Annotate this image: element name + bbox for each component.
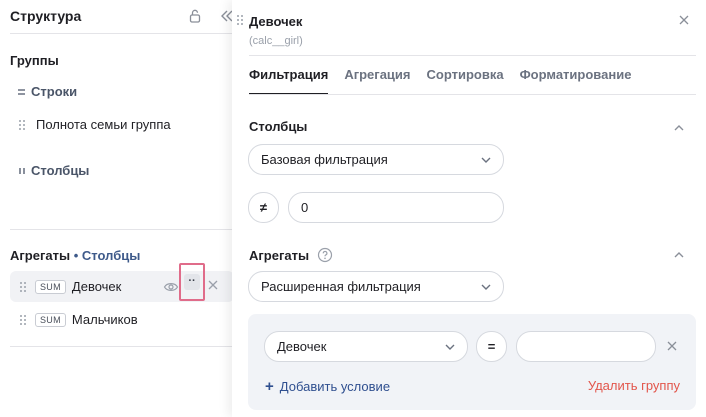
divider — [249, 55, 696, 56]
divider — [10, 346, 234, 347]
aggregates-filter-type-select[interactable]: Расширенная фильтрация — [248, 271, 504, 302]
columns-filter-type-select[interactable]: Базовая фильтрация — [248, 144, 504, 175]
more-options-button[interactable]: ·· — [179, 263, 205, 301]
select-value: Расширенная фильтрация — [261, 279, 421, 294]
row-item-label: Полнота семьи группа — [36, 117, 171, 132]
chevron-down-icon — [481, 157, 491, 163]
columns-block-label: Столбцы — [249, 119, 308, 134]
chevron-down-icon — [445, 344, 455, 350]
select-value: Девочек — [277, 339, 327, 354]
tab-bar: Фильтрация Агрегация Сортировка Форматир… — [249, 67, 631, 95]
unlock-icon[interactable] — [187, 8, 203, 24]
columns-label: Столбцы — [31, 163, 90, 178]
more-dots-icon[interactable]: ·· — [184, 274, 200, 290]
help-icon[interactable] — [317, 247, 333, 263]
aggregates-label: Агрегаты — [10, 248, 71, 263]
structure-title: Структура — [10, 8, 82, 24]
columns-block-title: Столбцы — [249, 119, 307, 134]
condition-field-select[interactable]: Девочек — [264, 331, 468, 362]
aggregate-name: Девочек — [71, 279, 122, 294]
remove-icon[interactable] — [206, 278, 220, 292]
close-icon[interactable] — [678, 14, 690, 26]
equals-icon — [18, 88, 25, 95]
drag-handle-icon[interactable] — [19, 314, 27, 326]
drag-handle-icon[interactable] — [19, 281, 27, 293]
chevron-up-icon[interactable] — [672, 248, 686, 262]
row-item[interactable]: Полнота семьи группа — [18, 117, 171, 132]
filter-value-input[interactable]: 0 — [288, 192, 504, 223]
panel-subtitle: (calc__girl) — [249, 35, 303, 47]
delete-group-link[interactable]: Удалить группу — [588, 378, 680, 393]
aggregates-block-label: Агрегаты — [249, 247, 310, 263]
eye-icon[interactable] — [163, 279, 179, 295]
aggregates-target: Столбцы — [81, 248, 141, 263]
aggregates-separator: • — [73, 248, 79, 263]
plus-icon: + — [265, 378, 274, 395]
drag-handle-icon[interactable] — [236, 14, 244, 26]
tab-aggregation[interactable]: Агрегация — [344, 67, 410, 95]
operator-button[interactable]: ≠ — [248, 192, 279, 223]
condition-group: Девочек = + Добавить условие Удалить гру… — [248, 314, 696, 410]
add-condition-link[interactable]: + Добавить условие — [265, 378, 390, 395]
divider — [10, 229, 234, 230]
drag-handle-icon[interactable] — [18, 119, 26, 131]
chevron-up-icon[interactable] — [672, 121, 686, 135]
tabs-divider — [249, 94, 696, 95]
columns-icon — [19, 167, 25, 174]
columns-section-label: Столбцы — [18, 163, 89, 178]
chevron-down-icon — [481, 284, 491, 290]
settings-panel: Девочек (calc__girl) Фильтрация Агрегаци… — [232, 0, 706, 417]
aggregate-func-badge: SUM — [35, 279, 66, 294]
tab-formatting[interactable]: Форматирование — [520, 67, 632, 95]
aggregate-func-badge: SUM — [35, 312, 66, 327]
tab-sorting[interactable]: Сортировка — [427, 67, 504, 95]
aggregates-block-title: Агрегаты — [249, 247, 333, 263]
rows-label: Строки — [31, 84, 78, 99]
rows-section-label: Строки — [18, 84, 77, 99]
panel-title: Девочек — [249, 14, 303, 29]
aggregate-name: Мальчиков — [71, 312, 138, 327]
select-value: Базовая фильтрация — [261, 152, 388, 167]
remove-condition-icon[interactable] — [666, 340, 678, 352]
aggregates-title: Агрегаты • Столбцы — [10, 248, 140, 263]
condition-value-input[interactable] — [516, 331, 656, 362]
condition-operator-button[interactable]: = — [476, 331, 507, 362]
structure-header: Структура — [10, 0, 234, 34]
add-condition-label: Добавить условие — [279, 379, 391, 394]
aggregate-item[interactable]: SUM Мальчиков — [10, 304, 234, 335]
aggregate-item[interactable]: SUM Девочек ·· — [10, 263, 234, 302]
groups-label: Группы — [10, 53, 59, 68]
structure-panel: Структура Группы Строки Полнота семьи гр… — [0, 0, 244, 417]
tab-filter[interactable]: Фильтрация — [249, 67, 329, 95]
